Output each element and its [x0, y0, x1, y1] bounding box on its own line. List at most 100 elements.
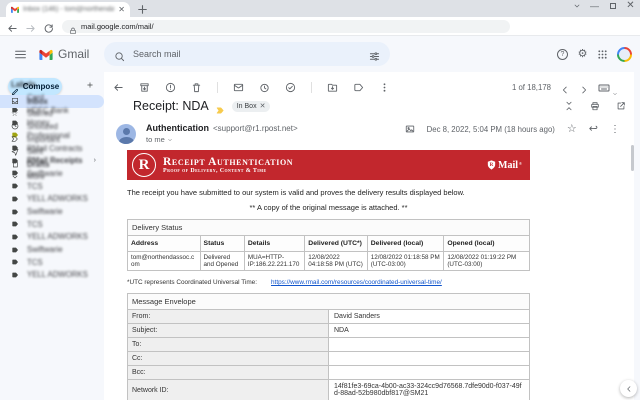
envelope-title: Message Envelope [127, 293, 530, 310]
gmail-header: Gmail ? ⚙ [0, 36, 640, 72]
url-text: mail.google.com/mail/ [81, 21, 154, 31]
more-vert-icon[interactable] [379, 82, 390, 93]
label-name: Honey [27, 118, 50, 128]
snooze-icon[interactable] [259, 82, 270, 93]
add-task-icon[interactable] [285, 82, 296, 93]
apps-grid-icon[interactable] [597, 49, 608, 60]
sidebar-label-tcs[interactable]: TCS [0, 256, 104, 269]
delivery-cell: 12/08/2022 04:18:58 PM (UTC) [304, 251, 368, 271]
print-icon[interactable] [590, 101, 600, 111]
reply-icon[interactable]: ↩ [589, 124, 598, 135]
sender-address: <support@r1.rpost.net> [213, 124, 298, 133]
main-menu-icon[interactable] [14, 48, 27, 61]
tab-close-icon[interactable]: ✕ [118, 5, 125, 14]
recipients-toggle[interactable]: to me [146, 135, 173, 144]
browser-refresh-icon[interactable] [43, 21, 54, 33]
chevron-down-icon [167, 137, 173, 143]
tab-search-icon[interactable] [573, 2, 581, 10]
important-icon [11, 135, 19, 143]
clock-icon [11, 122, 19, 130]
envelope-row: To: [127, 337, 530, 352]
label-chip-text: In Box [236, 102, 257, 110]
envelope-value: NDA [328, 323, 530, 338]
envelope-row: Subject: NDA [127, 323, 530, 338]
browser-tab[interactable]: Inbox (146) - tom@northendassoc.com ✕ [6, 2, 130, 17]
back-icon[interactable] [113, 82, 124, 93]
sidebar-label-swiftwarie[interactable]: Swiftwarie [0, 205, 104, 218]
rmail-brand-logo: R Mail ® [486, 159, 522, 171]
delivery-cell: MUA=HTTP-IP:186.22.221.170 [243, 251, 306, 271]
help-icon[interactable]: ? [557, 48, 568, 60]
rmail-r-logo: R [132, 153, 156, 177]
close-icon[interactable]: ✕ [626, 0, 635, 11]
gmail-logo-text: Gmail [58, 47, 90, 61]
address-input[interactable]: mail.google.com/mail/ [62, 19, 510, 34]
label-tag-icon [11, 208, 19, 216]
envelope-field: Network ID: [127, 379, 329, 400]
report-spam-icon[interactable] [165, 82, 176, 93]
search-bar[interactable] [104, 42, 390, 66]
sidebar-label-swiftwarie[interactable]: Swiftwarie [0, 243, 104, 256]
search-icon[interactable] [114, 49, 125, 61]
toolbar-separator [217, 81, 218, 93]
search-options-icon[interactable] [369, 49, 380, 61]
account-avatar[interactable] [617, 46, 632, 62]
label-tag-icon [11, 220, 19, 228]
column-header: Opened (local) [443, 235, 530, 252]
side-panel-toggle-button[interactable] [620, 380, 637, 397]
label-name: Swiftwarie [27, 168, 63, 178]
input-tools-icon[interactable] [598, 81, 618, 95]
message-menu-icon[interactable]: ⋮ [610, 124, 620, 135]
open-in-new-icon[interactable] [616, 101, 626, 111]
labels-icon[interactable] [353, 82, 364, 93]
draft-icon [11, 160, 19, 168]
side-panel-strip [634, 72, 640, 400]
minimize-icon[interactable]: — [590, 1, 599, 11]
email-body: R Receipt Authentication Proof of Delive… [127, 150, 537, 400]
envelope-value [328, 337, 530, 352]
label-chip[interactable]: In Box ✕ [231, 100, 271, 112]
browser-forward-icon[interactable] [25, 21, 36, 32]
collapse-all-icon[interactable] [564, 101, 574, 111]
send-icon [11, 148, 19, 156]
label-name: TCS [27, 257, 43, 267]
browser-window: Inbox (146) - tom@northendassoc.com ✕ — … [0, 0, 640, 400]
sidebar-label-yell-adworks[interactable]: YELL ADWORKS [0, 231, 104, 244]
browser-back-icon[interactable] [7, 21, 18, 32]
column-header: Status [199, 235, 245, 252]
envelope-value [328, 351, 530, 366]
sidebar-label-tcs[interactable]: TCS [0, 218, 104, 231]
mark-unread-icon[interactable] [233, 82, 244, 93]
receipt-intro-text: The receipt you have submitted to our sy… [127, 188, 465, 197]
older-email-icon[interactable] [579, 82, 589, 94]
archive-icon[interactable] [139, 82, 150, 93]
search-input[interactable] [133, 49, 361, 59]
sidebar-label-yell-adworks[interactable]: YELL ADWORKS [0, 269, 104, 282]
delivery-cell: 12/08/2022 01:18:58 PM (UTC-03:00) [366, 251, 445, 271]
sender-avatar[interactable] [116, 124, 136, 144]
maximize-icon[interactable] [608, 1, 617, 10]
newer-email-icon[interactable] [560, 82, 570, 94]
delete-icon[interactable] [191, 82, 202, 93]
star-email-icon[interactable]: ☆ [567, 124, 577, 135]
mail-toolbar [113, 78, 390, 96]
registered-mark: ® [519, 161, 522, 166]
new-tab-button[interactable] [136, 3, 149, 16]
label-tag-icon [11, 182, 19, 190]
sidebar-label-yell-adworks[interactable]: YELL ADWORKS [0, 193, 104, 206]
utc-link[interactable]: https://www.rmail.com/resources/coordina… [271, 279, 442, 286]
envelope-field: Subject: [127, 323, 329, 338]
label-name: YELL ADWORKS [27, 232, 88, 242]
move-to-icon[interactable] [327, 82, 338, 93]
label-name: Professional [27, 130, 70, 140]
settings-gear-icon[interactable]: ⚙ [577, 48, 588, 60]
banner-title: Receipt Authentication [163, 155, 294, 168]
brand-text: Mail [498, 159, 519, 171]
padlock-icon [69, 22, 77, 34]
important-marker-icon[interactable] [215, 102, 226, 113]
add-label-icon[interactable] [86, 81, 94, 89]
envelope-field: Bcc: [127, 365, 329, 380]
remove-label-icon[interactable]: ✕ [260, 102, 266, 110]
delivery-cell: Delivered and Opened [199, 251, 245, 271]
envelope-value [328, 365, 530, 380]
